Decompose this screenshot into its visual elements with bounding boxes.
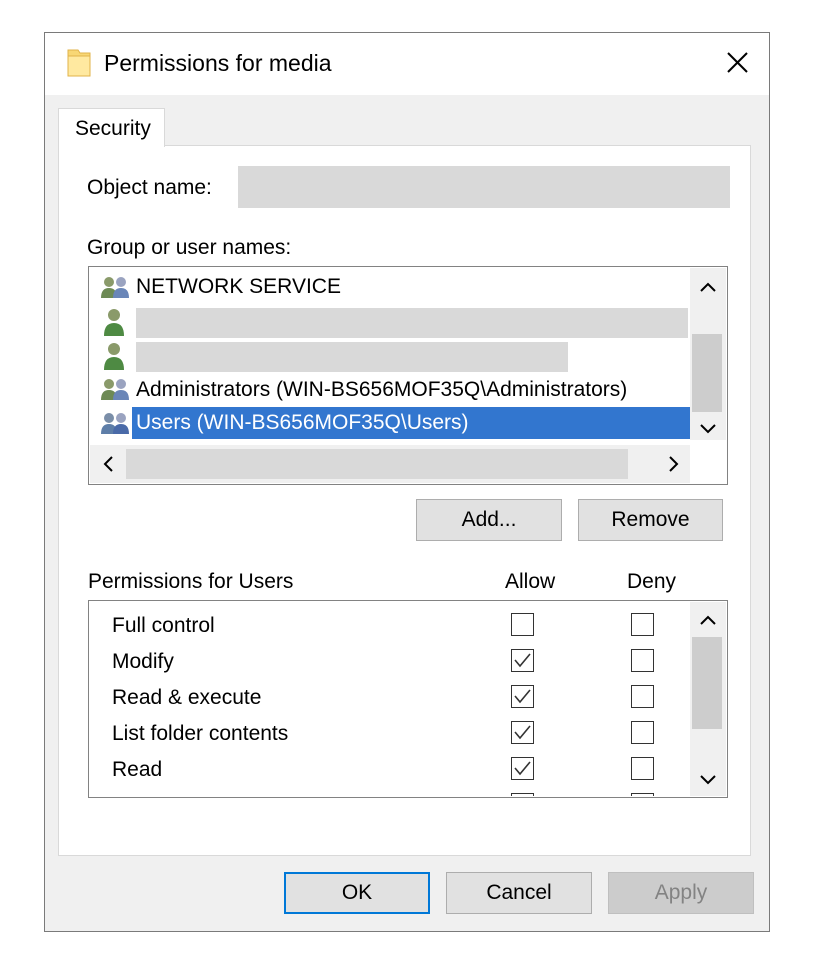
allow-header: Allow <box>505 570 556 593</box>
allow-checkbox[interactable] <box>511 649 534 672</box>
window-title: Permissions for media <box>104 50 332 76</box>
scroll-thumb[interactable] <box>692 637 722 729</box>
scroll-thumb[interactable] <box>692 334 722 412</box>
tab-security[interactable]: Security <box>58 108 165 147</box>
user-icon <box>104 309 124 336</box>
object-name-label: Object name: <box>87 176 212 199</box>
deny-checkbox[interactable] <box>631 649 654 672</box>
user-icon <box>104 343 124 370</box>
group-icon <box>101 379 129 400</box>
group-icon <box>101 413 129 434</box>
deny-checkbox[interactable] <box>631 757 654 780</box>
list-item-selected[interactable]: Users (WIN-BS656MOF35Q\Users) <box>90 407 690 439</box>
checkmark-icon <box>514 725 531 740</box>
clipped-row-hint <box>511 793 534 796</box>
remove-button[interactable]: Remove <box>578 499 723 541</box>
list-item[interactable]: Administrators (WIN-BS656MOF35Q\Administ… <box>90 374 688 406</box>
permission-name: Full control <box>112 614 215 637</box>
add-button[interactable]: Add... <box>416 499 562 541</box>
deny-checkbox[interactable] <box>631 613 654 636</box>
list-item[interactable]: NETWORK SERVICE <box>90 272 688 304</box>
list-item[interactable] <box>90 306 688 340</box>
scroll-right-icon[interactable] <box>656 447 690 481</box>
checkmark-icon <box>514 653 531 668</box>
allow-checkbox[interactable] <box>511 757 534 780</box>
hscroll-thumb[interactable] <box>126 449 628 479</box>
permission-name: Read <box>112 758 163 781</box>
scroll-left-icon[interactable] <box>92 447 126 481</box>
deny-checkbox[interactable] <box>631 685 654 708</box>
scroll-up-icon[interactable] <box>690 604 726 636</box>
checkmark-icon <box>514 689 531 704</box>
clipped-row-hint <box>631 793 654 796</box>
ok-button[interactable]: OK <box>284 872 430 914</box>
list-item-label: Administrators (WIN-BS656MOF35Q\Administ… <box>136 378 628 401</box>
list-item-label: Users (WIN-BS656MOF35Q\Users) <box>136 411 469 434</box>
allow-checkbox[interactable] <box>511 721 534 744</box>
list-item-label: NETWORK SERVICE <box>136 275 341 298</box>
scroll-down-icon[interactable] <box>690 412 726 446</box>
permission-name: Modify <box>112 650 174 673</box>
redacted-user-name <box>136 342 568 372</box>
redacted-user-name <box>136 308 688 338</box>
permissions-for-label: Permissions for Users <box>88 570 294 593</box>
object-name-value <box>238 166 730 208</box>
list-item[interactable] <box>90 340 688 374</box>
close-icon <box>727 52 748 73</box>
permission-name: List folder contents <box>112 722 289 745</box>
deny-checkbox[interactable] <box>631 721 654 744</box>
close-button[interactable] <box>714 40 760 84</box>
permission-name: Read & execute <box>112 686 262 709</box>
scroll-up-icon[interactable] <box>690 270 726 304</box>
group-icon <box>101 277 129 298</box>
apply-button: Apply <box>608 872 754 914</box>
allow-checkbox[interactable] <box>511 685 534 708</box>
folder-icon <box>66 46 92 78</box>
allow-checkbox[interactable] <box>511 613 534 636</box>
cancel-button[interactable]: Cancel <box>446 872 592 914</box>
checkmark-icon <box>514 761 531 776</box>
deny-header: Deny <box>627 570 677 593</box>
group-user-names-label: Group or user names: <box>87 236 292 259</box>
scroll-down-icon[interactable] <box>690 764 726 796</box>
